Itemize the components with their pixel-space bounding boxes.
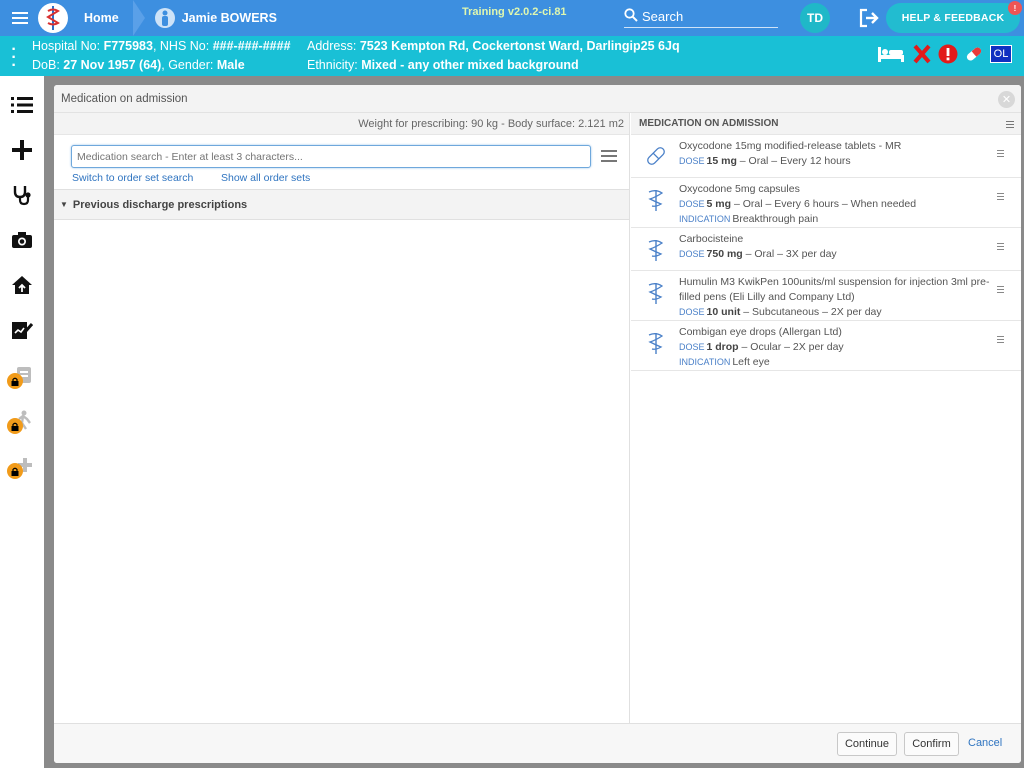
top-bar: Home Jamie BOWERS Training v2.0.2-ci.81 …: [0, 0, 1024, 36]
modal-header: Medication on admission: [54, 85, 1021, 113]
help-feedback-label: HELP & FEEDBACK: [901, 12, 1005, 24]
medication-search-input[interactable]: [71, 145, 591, 168]
camera-icon[interactable]: [6, 224, 38, 256]
banner-address: Address: 7523 Kempton Rd, Cockertonst Wa…: [307, 39, 680, 53]
user-avatar[interactable]: TD: [800, 3, 830, 33]
lock-icon: [7, 463, 23, 479]
header-menu-icon[interactable]: [1006, 121, 1014, 130]
previous-discharge-label: Previous discharge prescriptions: [72, 198, 248, 211]
locked-documents-icon[interactable]: [6, 359, 38, 391]
patient-flags: OL: [876, 44, 1012, 64]
medication-item[interactable]: Oxycodone 5mg capsules DOSE 5 mg – Oral –…: [631, 178, 1021, 228]
breadcrumb-home-label: Home: [84, 11, 119, 25]
weight-info: Weight for prescribing: 90 kg - Body sur…: [54, 113, 629, 135]
version-label: Training v2.0.2-ci.81: [462, 6, 567, 18]
medication-search-area: Switch to order set search Show all orde…: [54, 135, 629, 190]
medication-name: Humulin M3 KwikPen 100units/ml suspensio…: [679, 276, 990, 303]
locked-transfer-icon[interactable]: [6, 404, 38, 436]
stethoscope-icon[interactable]: [6, 179, 38, 211]
confirm-button[interactable]: Confirm: [904, 732, 959, 756]
continue-button[interactable]: Continue: [837, 732, 897, 756]
dob-value: 27 Nov 1957 (64): [63, 58, 162, 72]
medication-item[interactable]: Oxycodone 15mg modified-release tablets …: [631, 135, 1021, 178]
lock-icon: [7, 373, 23, 389]
document-edit-icon[interactable]: [6, 314, 38, 346]
medication-search-pane: Weight for prescribing: 90 kg - Body sur…: [54, 113, 630, 723]
medication-indication-line: INDICATION Left eye: [679, 356, 770, 368]
switch-order-set-link[interactable]: Switch to order set search: [72, 172, 193, 184]
patient-banner: · · · Hospital No: F775983, NHS No: ###-##…: [0, 36, 1024, 76]
logout-icon[interactable]: [858, 7, 880, 29]
medication-item[interactable]: Combigan eye drops (Allergan Ltd) DOSE 1 …: [631, 321, 1021, 371]
lock-icon: [7, 418, 23, 434]
medication-indication-line: INDICATION Breakthrough pain: [679, 213, 819, 225]
item-menu-icon[interactable]: [997, 243, 1004, 252]
breadcrumb-patient[interactable]: Jamie BOWERS: [132, 0, 293, 36]
modal-title: Medication on admission: [61, 92, 188, 105]
medication-dose-line: DOSE 10 unit – Subcutaneous – 2X per day: [679, 306, 882, 318]
medication-dose-line: DOSE 5 mg – Oral – Every 6 hours – When n…: [679, 198, 917, 210]
banner-line-1: Hospital No: F775983, NHS No: ###-###-##…: [32, 39, 291, 53]
address-value: 7523 Kempton Rd, Cockertonst Ward, Darli…: [359, 39, 680, 53]
add-icon[interactable]: [6, 134, 38, 166]
item-menu-icon[interactable]: [997, 150, 1004, 159]
medication-dose-line: DOSE 15 mg – Oral – Every 12 hours: [679, 155, 851, 167]
medication-name: Carbocisteine: [679, 233, 744, 245]
bed-icon[interactable]: [876, 44, 906, 64]
medication-admission-modal: Medication on admission ✕ Weight for pre…: [54, 85, 1021, 763]
admission-list-header: MEDICATION ON ADMISSION: [631, 113, 1021, 135]
alert-cross-icon[interactable]: [912, 44, 932, 64]
help-feedback-button[interactable]: HELP & FEEDBACK !: [886, 1, 1022, 33]
app-logo-icon[interactable]: [38, 3, 68, 33]
person-icon: [154, 8, 175, 28]
warning-icon[interactable]: [938, 44, 958, 64]
global-search[interactable]: Search: [624, 6, 778, 28]
hospital-number: F775983: [103, 39, 153, 53]
notification-badge: !: [1008, 1, 1022, 15]
banner-ethnicity: Ethnicity: Mixed - any other mixed backg…: [307, 58, 579, 72]
home-arrow-icon[interactable]: [6, 269, 38, 301]
medication-dose-line: DOSE 750 mg – Oral – 3X per day: [679, 248, 837, 260]
previous-discharge-toggle[interactable]: ▼ Previous discharge prescriptions: [54, 190, 629, 220]
medication-dose-line: DOSE 1 drop – Ocular – 2X per day: [679, 341, 844, 353]
search-label: Search: [642, 9, 684, 24]
ol-badge[interactable]: OL: [990, 45, 1012, 63]
list-icon[interactable]: [6, 89, 38, 121]
cancel-link[interactable]: Cancel: [968, 737, 1002, 749]
item-menu-icon[interactable]: [997, 286, 1004, 295]
rx-caduceus-icon: [645, 281, 667, 304]
medication-name: Oxycodone 15mg modified-release tablets …: [679, 140, 902, 152]
modal-footer: Continue Confirm Cancel: [54, 723, 1021, 763]
close-icon[interactable]: ✕: [998, 91, 1015, 108]
pill-icon[interactable]: [964, 44, 984, 64]
gender-value: Male: [216, 58, 245, 72]
item-menu-icon[interactable]: [997, 193, 1004, 202]
rx-caduceus-icon: [645, 238, 667, 261]
nhs-number: ###-###-####: [212, 39, 291, 53]
ethnicity-value: Mixed - any other mixed background: [361, 58, 579, 72]
medication-item[interactable]: Humulin M3 KwikPen 100units/ml suspensio…: [631, 271, 1021, 321]
item-menu-icon[interactable]: [997, 336, 1004, 345]
locked-add-icon[interactable]: [6, 449, 38, 481]
menu-icon[interactable]: [0, 0, 40, 36]
show-all-order-sets-link[interactable]: Show all order sets: [221, 172, 310, 184]
more-vertical-icon[interactable]: · · ·: [8, 42, 20, 74]
search-icon: [624, 8, 638, 25]
medication-name: Combigan eye drops (Allergan Ltd): [679, 326, 842, 338]
patient-name: Jamie BOWERS: [181, 11, 277, 25]
admission-list-title: MEDICATION ON ADMISSION: [639, 118, 779, 129]
search-options-menu-icon[interactable]: [601, 150, 617, 165]
caret-down-icon: ▼: [60, 200, 68, 209]
capsule-icon: [645, 145, 667, 167]
breadcrumb-home[interactable]: Home: [68, 0, 145, 36]
medication-item[interactable]: Carbocisteine DOSE 750 mg – Oral – 3X per…: [631, 228, 1021, 271]
banner-line-2: DoB: 27 Nov 1957 (64), Gender: Male: [32, 58, 245, 72]
left-nav: [0, 76, 44, 768]
rx-caduceus-icon: [645, 188, 667, 211]
medication-on-admission-pane: MEDICATION ON ADMISSION Oxycodone 15mg m…: [631, 113, 1021, 723]
medication-name: Oxycodone 5mg capsules: [679, 183, 800, 195]
rx-caduceus-icon: [645, 331, 667, 354]
